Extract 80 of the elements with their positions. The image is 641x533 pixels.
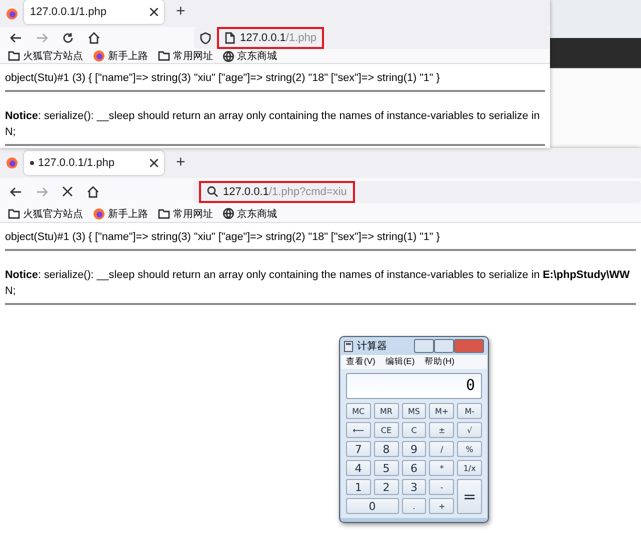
calculator-key[interactable]: 3 bbox=[402, 479, 426, 495]
calculator-key[interactable]: = bbox=[457, 479, 482, 514]
calculator-key[interactable]: MS bbox=[402, 403, 426, 419]
bookmark-link[interactable]: 常用网址 bbox=[173, 49, 213, 63]
menu-item[interactable]: 编辑(E) bbox=[385, 356, 415, 368]
calculator-key[interactable]: / bbox=[429, 441, 454, 457]
bookmark-link[interactable]: 京东商城 bbox=[237, 49, 277, 63]
reload-icon[interactable] bbox=[62, 32, 74, 44]
dump-text: object(Stu)#1 (3) { ["name"]=> string(3) "xiu" ["age"]=> string(2) "18" ["sex"]=> string(1) "1" } bbox=[5, 230, 440, 245]
maximize-button[interactable] bbox=[434, 339, 454, 353]
folder-icon bbox=[158, 208, 170, 218]
menu-item[interactable]: 查看(V) bbox=[346, 356, 376, 368]
calculator-key[interactable]: 2 bbox=[374, 479, 399, 495]
calculator-key[interactable]: 4 bbox=[346, 460, 371, 476]
firefox-icon bbox=[6, 157, 18, 169]
new-tab-button[interactable]: + bbox=[170, 154, 192, 172]
calculator-key[interactable]: C bbox=[402, 422, 426, 438]
new-tab-button[interactable]: + bbox=[170, 3, 192, 21]
calculator-key[interactable]: 7 bbox=[346, 441, 371, 457]
back-icon[interactable] bbox=[10, 186, 22, 198]
calculator-key[interactable]: MC bbox=[346, 403, 371, 419]
calculator-key[interactable]: . bbox=[402, 498, 426, 514]
calculator-key[interactable]: 9 bbox=[402, 441, 426, 457]
shield-icon[interactable] bbox=[200, 32, 211, 44]
calculator-icon bbox=[344, 340, 353, 352]
home-icon[interactable] bbox=[88, 32, 100, 44]
bookmark-link[interactable]: 火狐官方站点 bbox=[23, 206, 83, 220]
folder-icon bbox=[8, 208, 20, 218]
url-text[interactable]: 127.0.0.1/1.php?cmd=xiu bbox=[223, 186, 347, 198]
loading-dot-icon bbox=[30, 161, 34, 165]
bookmark-link[interactable]: 火狐官方站点 bbox=[23, 49, 83, 63]
back-icon[interactable] bbox=[10, 32, 22, 44]
notice-text: N; bbox=[5, 125, 16, 140]
notice-text: Notice: serialize(): __sleep should return an array only containing the names of instance-variables to serialize in bbox=[5, 109, 540, 124]
calculator-key[interactable]: √ bbox=[457, 422, 482, 438]
firefox-icon bbox=[6, 8, 18, 20]
globe-icon bbox=[223, 208, 234, 219]
calculator-key[interactable]: 1 bbox=[346, 479, 371, 495]
notice-text: Notice: serialize(): __sleep should return an array only containing the names of instance-variables to serialize in E:\phpStudy\WW bbox=[5, 268, 630, 283]
calculator-key[interactable]: 0 bbox=[346, 498, 399, 514]
browser-tab[interactable]: 127.0.0.1/1.php bbox=[24, 151, 164, 175]
calculator-key[interactable]: % bbox=[457, 441, 482, 457]
stop-icon[interactable] bbox=[62, 186, 73, 197]
folder-icon bbox=[158, 51, 170, 61]
browser-tab[interactable]: 127.0.0.1/1.php bbox=[24, 0, 164, 24]
window-title: 计算器 bbox=[357, 340, 387, 353]
bookmark-link[interactable]: 新手上路 bbox=[108, 49, 148, 63]
calculator-key[interactable]: ± bbox=[429, 422, 454, 438]
firefox-icon bbox=[93, 50, 105, 62]
bookmark-link[interactable]: 新手上路 bbox=[108, 206, 148, 220]
calculator-key[interactable]: - bbox=[429, 479, 454, 495]
menu-item[interactable]: 帮助(H) bbox=[424, 356, 454, 368]
url-text[interactable]: 127.0.0.1/1.php bbox=[240, 32, 316, 44]
close-icon[interactable] bbox=[150, 8, 158, 16]
bookmark-link[interactable]: 常用网址 bbox=[173, 206, 213, 220]
calculator-key[interactable]: + bbox=[429, 498, 454, 514]
calculator-key[interactable]: MR bbox=[374, 403, 399, 419]
calculator-key[interactable]: 6 bbox=[402, 460, 426, 476]
home-icon[interactable] bbox=[87, 186, 99, 198]
calculator-key[interactable]: M+ bbox=[429, 403, 454, 419]
minimize-button[interactable] bbox=[414, 339, 434, 353]
calculator-key[interactable]: 5 bbox=[374, 460, 399, 476]
calculator-key[interactable]: 8 bbox=[374, 441, 399, 457]
calculator-key[interactable]: 1/x bbox=[457, 460, 482, 476]
close-icon[interactable] bbox=[150, 159, 158, 167]
calculator-key[interactable]: ⟵ bbox=[346, 422, 371, 438]
firefox-icon bbox=[93, 208, 105, 220]
calculator-key[interactable]: M- bbox=[457, 403, 482, 419]
page-icon bbox=[225, 32, 235, 44]
calculator-key[interactable]: * bbox=[429, 460, 454, 476]
tab-title: 127.0.0.1/1.php bbox=[30, 6, 108, 18]
globe-icon bbox=[223, 50, 234, 62]
dump-text: object(Stu)#1 (3) { ["name"]=> string(3) "xiu" ["age"]=> string(2) "18" ["sex"]=> string(1) "1" } bbox=[5, 71, 440, 86]
search-icon bbox=[207, 186, 218, 197]
bookmark-link[interactable]: 京东商城 bbox=[237, 206, 277, 220]
notice-text: N; bbox=[5, 284, 16, 299]
calculator-display: 0 bbox=[346, 373, 482, 399]
folder-icon bbox=[8, 51, 20, 61]
tab-title: 127.0.0.1/1.php bbox=[38, 157, 116, 169]
calculator-key[interactable]: CE bbox=[374, 422, 399, 438]
